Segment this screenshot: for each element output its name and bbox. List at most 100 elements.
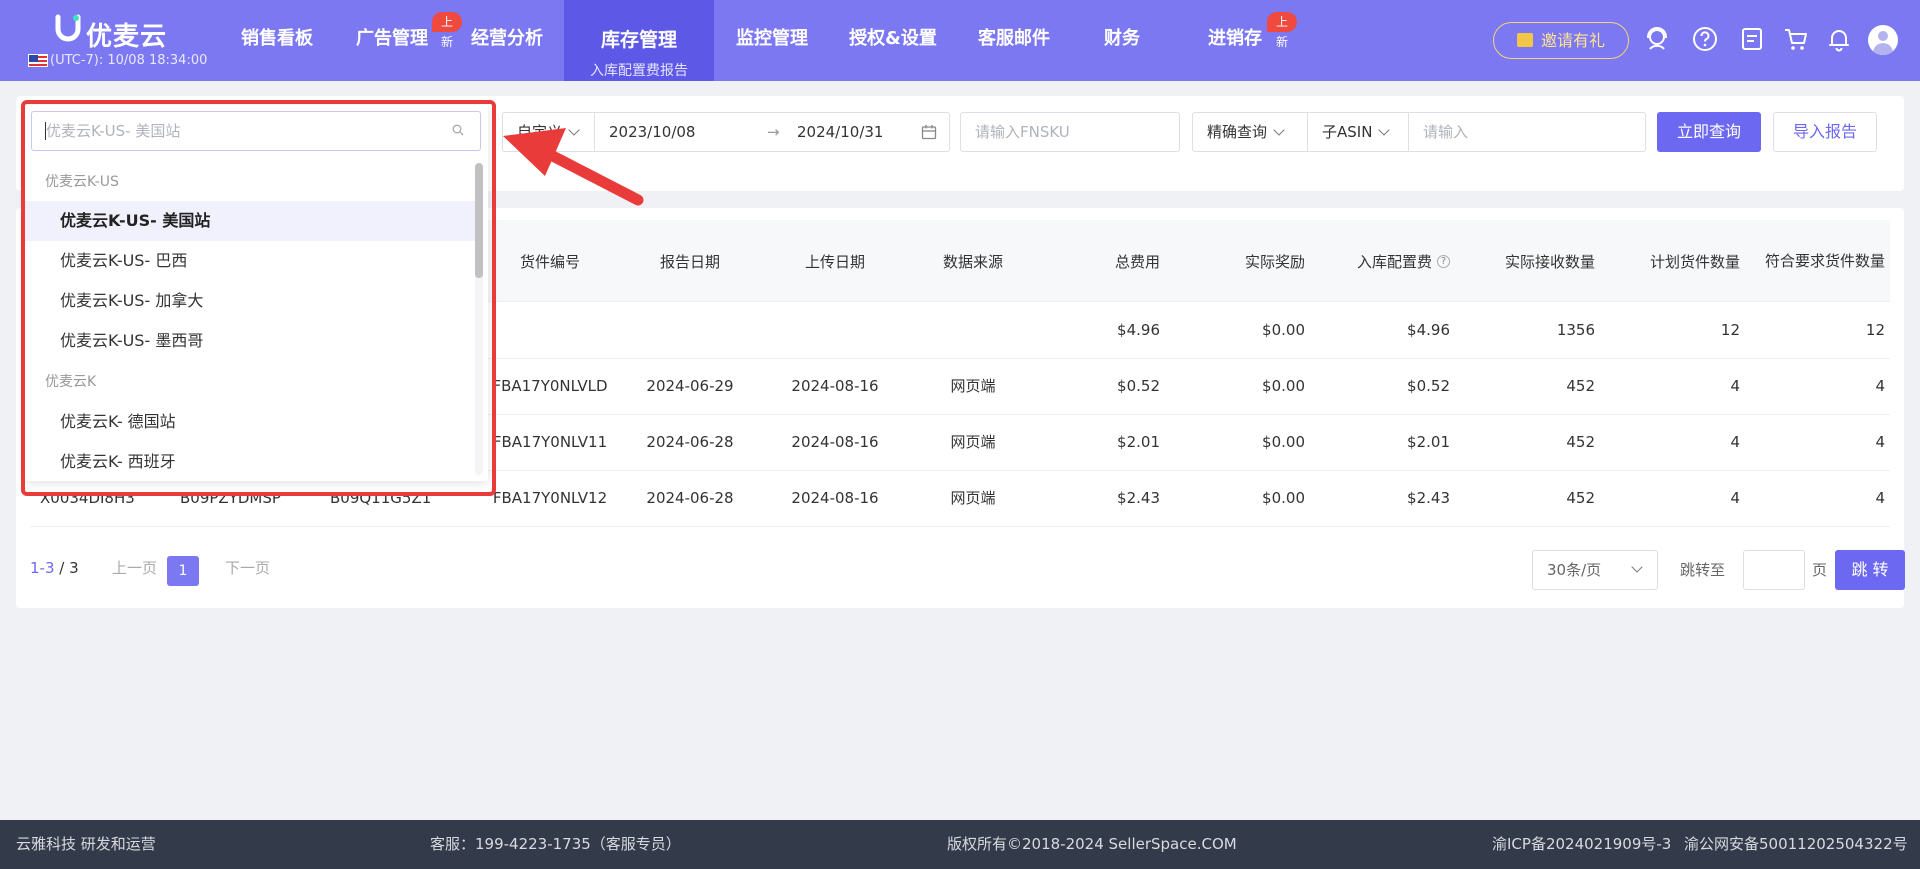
date-range-picker[interactable]: 2023/10/08 → 2024/10/31 bbox=[594, 112, 950, 152]
col-total-fee[interactable]: 总费用 bbox=[1050, 220, 1160, 302]
summary-planned: 12 bbox=[1720, 321, 1740, 339]
col-received-qty[interactable]: 实际接收数量 bbox=[1460, 220, 1595, 302]
nav-label: 监控管理 bbox=[736, 28, 808, 49]
footer-icp[interactable]: 渝ICP备2024021909号-3 bbox=[1492, 820, 1671, 869]
dropdown-scrollbar[interactable] bbox=[475, 163, 483, 475]
logo-icon bbox=[55, 14, 81, 42]
cell-planned: 4 bbox=[1730, 489, 1740, 507]
brand[interactable]: 优麦云 (UTC-7): 10/08 18:34:00 bbox=[28, 12, 207, 72]
chevron-down-icon bbox=[1273, 124, 1285, 136]
nav-service-mail[interactable]: 客服邮件 bbox=[962, 0, 1066, 81]
cell-report-date: 2024-06-29 bbox=[646, 377, 734, 395]
search-icon bbox=[452, 124, 464, 136]
col-actual-reward[interactable]: 实际奖励 bbox=[1185, 220, 1305, 302]
summary-qualified: 12 bbox=[1865, 321, 1885, 339]
pagination: 1-3 / 3 上一页 1 下一页 30条/页 跳转至 页 跳 转 bbox=[30, 548, 1905, 590]
import-report-button[interactable]: 导入报告 bbox=[1773, 112, 1877, 152]
col-upload-date[interactable]: 上传日期 bbox=[775, 220, 895, 302]
nav-monitoring[interactable]: 监控管理 bbox=[720, 0, 824, 81]
question-icon[interactable]: ? bbox=[1437, 254, 1450, 268]
date-mode-value: 自定义 bbox=[517, 123, 563, 141]
brand-name: 优麦云 bbox=[86, 22, 168, 52]
match-mode-value: 精确查询 bbox=[1207, 123, 1268, 141]
keyword-placeholder: 请输入 bbox=[1423, 123, 1469, 141]
cell-reward: $0.00 bbox=[1262, 377, 1305, 395]
col-label: 入库配置费 bbox=[1356, 252, 1432, 271]
chevron-down-icon bbox=[1631, 561, 1643, 573]
page-size-value: 30条/页 bbox=[1547, 561, 1602, 579]
invite-button[interactable]: 邀请有礼 bbox=[1493, 22, 1629, 59]
cell-config-fee: $0.52 bbox=[1407, 377, 1450, 395]
nav-purchase-sales-inventory[interactable]: 进销存 上新 bbox=[1200, 0, 1298, 81]
query-button[interactable]: 立即查询 bbox=[1657, 112, 1761, 152]
nav-label: 销售看板 bbox=[241, 28, 313, 49]
nav-label: 授权&设置 bbox=[849, 28, 937, 49]
col-qualified-qty[interactable]: 符合要求货件数量 bbox=[1760, 220, 1885, 302]
store-option[interactable]: 优麦云K-US- 巴西 bbox=[25, 241, 477, 281]
cell-qualified: 4 bbox=[1875, 377, 1885, 395]
jump-page-input[interactable] bbox=[1743, 550, 1805, 590]
us-flag-icon bbox=[28, 54, 48, 67]
store-option[interactable]: 优麦云K-US- 美国站 bbox=[25, 201, 477, 241]
store-option[interactable]: 优麦云K- 德国站 bbox=[25, 402, 477, 442]
jump-to-label: 跳转至 bbox=[1680, 561, 1726, 579]
page-number-1[interactable]: 1 bbox=[167, 556, 199, 586]
footer-police-record[interactable]: 渝公网安备50011202504322号 bbox=[1684, 820, 1908, 869]
cell-config-fee: $2.01 bbox=[1407, 433, 1450, 451]
page-total: 1-3 / 3 bbox=[30, 548, 79, 588]
footer-copyright[interactable]: 版权所有©2018-2024 SellerSpace.COM bbox=[947, 820, 1237, 869]
nav-finance[interactable]: 财务 bbox=[1092, 0, 1152, 81]
notes-icon[interactable] bbox=[1738, 25, 1766, 53]
gift-icon bbox=[1516, 33, 1533, 47]
avatar[interactable] bbox=[1868, 25, 1898, 55]
cell-upload-date: 2024-08-16 bbox=[791, 377, 879, 395]
store-option[interactable]: 优麦云K-US- 墨西哥 bbox=[25, 321, 477, 361]
date-end: 2024/10/31 bbox=[797, 123, 884, 141]
summary-received: 1356 bbox=[1556, 321, 1595, 339]
cell-report-date: 2024-06-28 bbox=[646, 489, 734, 507]
cell-shipment-id: FBA17Y0NLV12 bbox=[492, 489, 608, 507]
store-option[interactable]: 优麦云K-US- 加拿大 bbox=[25, 281, 477, 321]
nav-business-analysis[interactable]: 经营分析 bbox=[455, 0, 559, 81]
nav-sub-inbound-fee-report[interactable]: 入库配置费报告 bbox=[564, 60, 714, 80]
fnsku-input[interactable]: 请输入FNSKU bbox=[960, 112, 1180, 152]
store-search-placeholder: 优麦云K-US- 美国站 bbox=[46, 122, 181, 140]
cell-config-fee: $2.43 bbox=[1407, 489, 1450, 507]
page-range: 1-3 bbox=[30, 559, 55, 577]
col-inbound-config-fee[interactable]: 入库配置费? bbox=[1320, 220, 1450, 302]
keyword-input[interactable]: 请输入 bbox=[1408, 112, 1646, 152]
cart-icon[interactable] bbox=[1782, 25, 1810, 53]
cell-received: 452 bbox=[1566, 377, 1595, 395]
scrollbar-thumb[interactable] bbox=[475, 163, 483, 278]
col-data-source[interactable]: 数据来源 bbox=[913, 220, 1033, 302]
bell-icon[interactable] bbox=[1825, 25, 1853, 53]
nav-label: 广告管理 bbox=[356, 28, 428, 49]
nav-inventory-management[interactable]: 库存管理 入库配置费报告 bbox=[564, 0, 714, 81]
asin-type-select[interactable]: 子ASIN bbox=[1307, 112, 1409, 152]
help-icon[interactable] bbox=[1691, 25, 1719, 53]
summary-reward: $0.00 bbox=[1262, 321, 1305, 339]
customer-service-icon[interactable] bbox=[1643, 25, 1671, 53]
nav-auth-settings[interactable]: 授权&设置 bbox=[838, 0, 948, 81]
store-option[interactable]: 优麦云K- 西班牙 bbox=[25, 442, 477, 482]
nav-sales-dashboard[interactable]: 销售看板 bbox=[225, 0, 329, 81]
cell-total-fee: $2.43 bbox=[1117, 489, 1160, 507]
page-unit-label: 页 bbox=[1812, 561, 1828, 579]
col-shipment-id[interactable]: 货件编号 bbox=[490, 220, 610, 302]
footer: 云雅科技 研发和运营 客服：199-4223-1735（客服专员） 版权所有©2… bbox=[0, 820, 1920, 869]
chevron-down-icon bbox=[1378, 124, 1391, 136]
nav-ad-management[interactable]: 广告管理 上新 bbox=[340, 0, 463, 81]
col-report-date[interactable]: 报告日期 bbox=[630, 220, 750, 302]
cell-planned: 4 bbox=[1730, 377, 1740, 395]
cell-shipment-id: FBA17Y0NLV11 bbox=[492, 433, 608, 451]
option-group-label: 优麦云K bbox=[45, 374, 97, 390]
page-size-select[interactable]: 30条/页 bbox=[1532, 550, 1658, 590]
col-planned-qty[interactable]: 计划货件数量 bbox=[1605, 220, 1740, 302]
prev-page-button[interactable]: 上一页 bbox=[112, 548, 157, 588]
store-search-input[interactable]: 优麦云K-US- 美国站 bbox=[31, 111, 481, 151]
cell-upload-date: 2024-08-16 bbox=[791, 433, 879, 451]
next-page-button[interactable]: 下一页 bbox=[225, 548, 270, 588]
calendar-icon bbox=[921, 125, 937, 140]
jump-button[interactable]: 跳 转 bbox=[1835, 550, 1905, 590]
match-mode-select[interactable]: 精确查询 bbox=[1192, 112, 1308, 152]
